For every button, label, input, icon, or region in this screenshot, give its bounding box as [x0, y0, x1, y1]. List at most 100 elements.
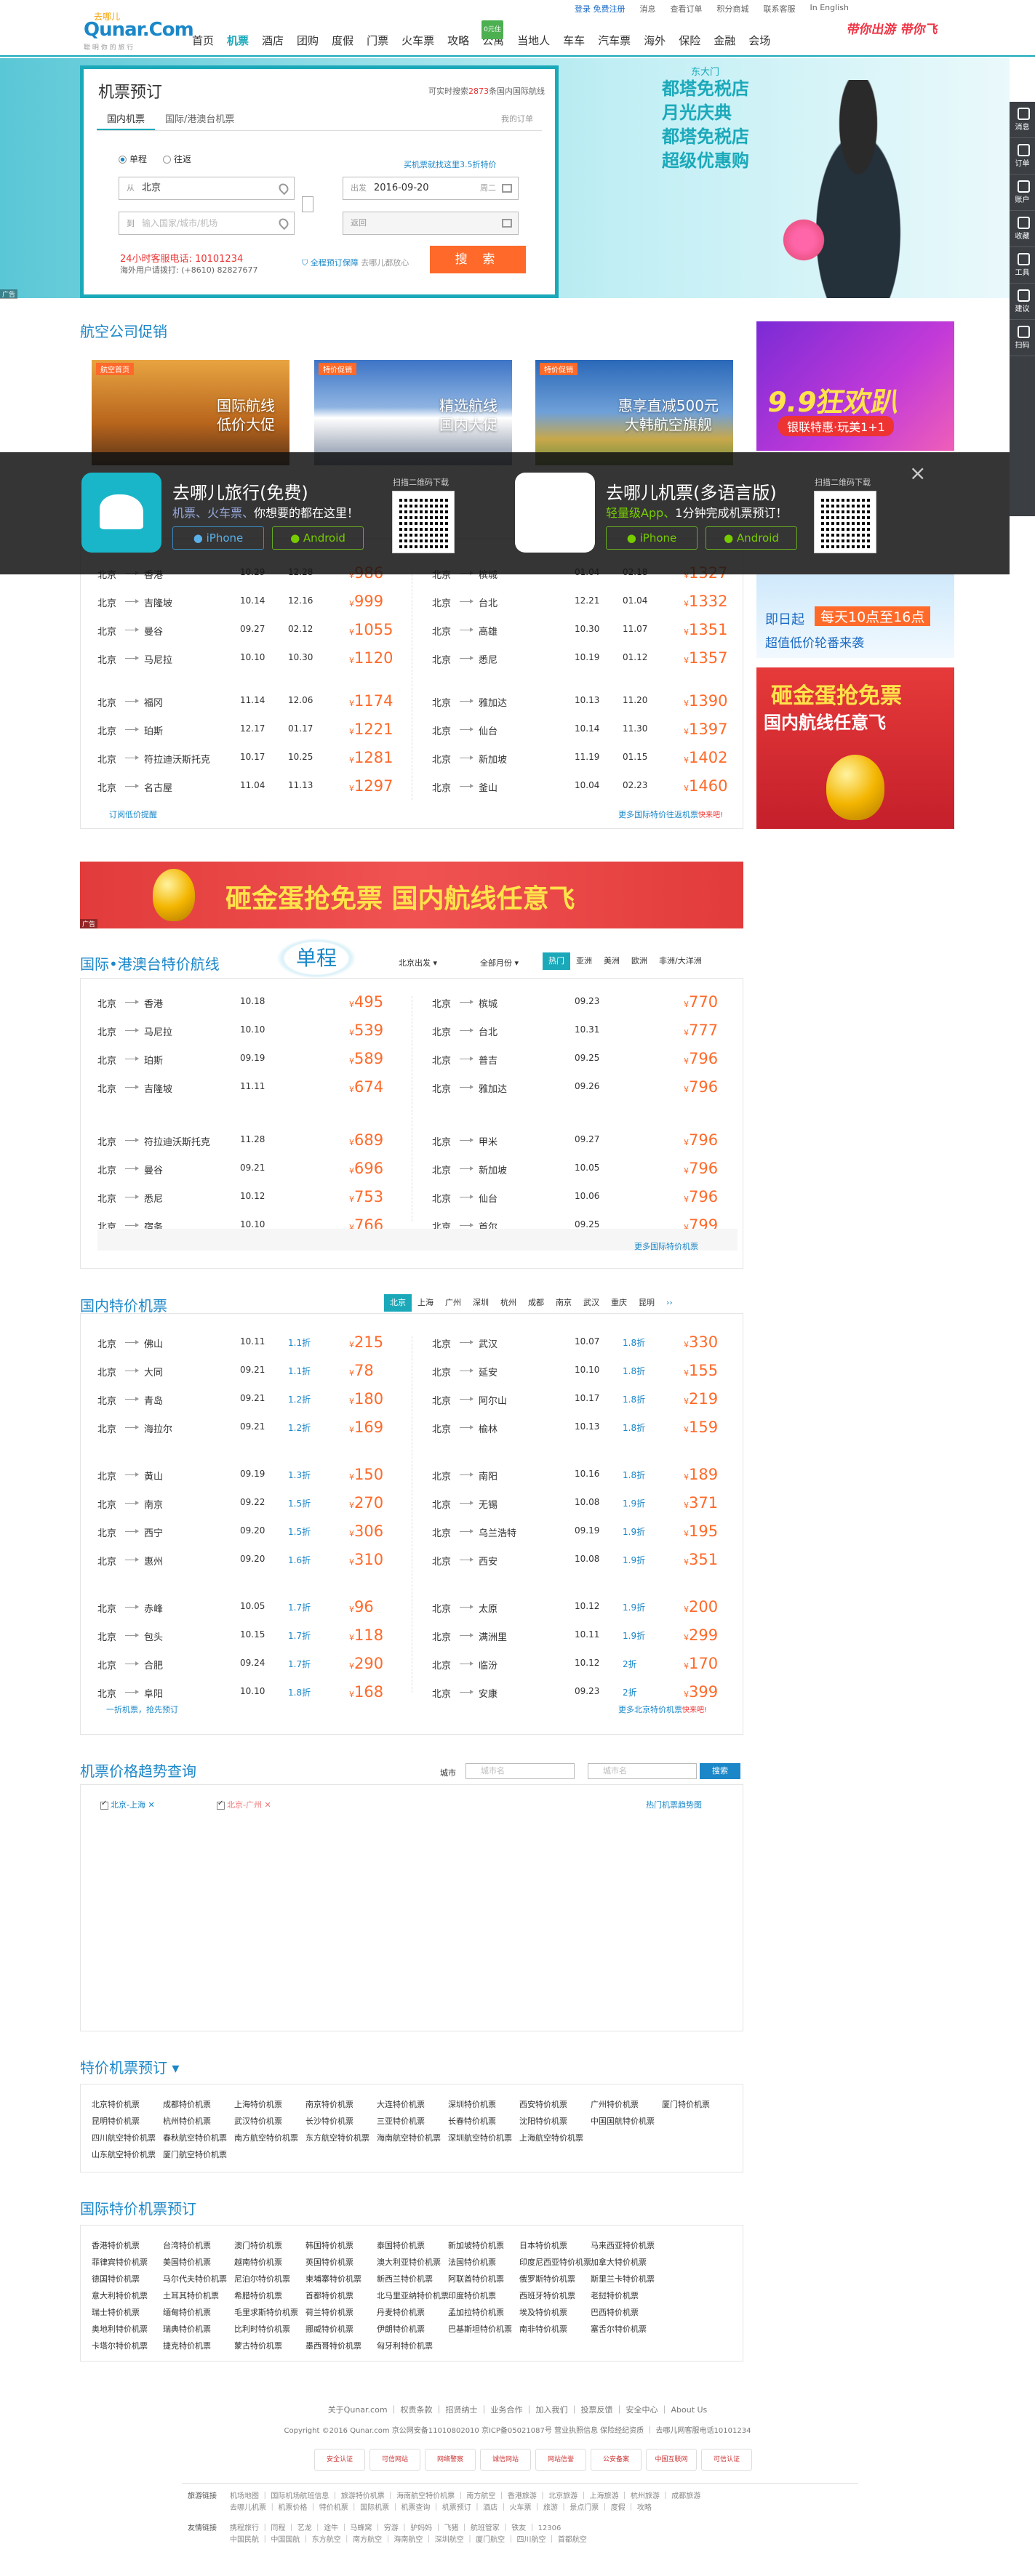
nav-item[interactable]: 首页 — [185, 32, 220, 49]
link-item[interactable]: 比利时特价机票 — [234, 2323, 290, 2335]
link-item[interactable]: 瑞士特价机票 — [92, 2306, 140, 2318]
flight-row[interactable]: 北京 阜阳 10.10 1.8折 168 — [97, 1683, 403, 1704]
header-promo[interactable]: 带你出游 带你飞 — [846, 19, 940, 37]
egg-banner[interactable]: 砸金蛋抢免票 国内航线任意飞 广告 — [80, 862, 743, 928]
my-orders-link[interactable]: 我的订单 — [501, 113, 533, 124]
link-item[interactable]: 杭州特价机票 — [163, 2115, 211, 2127]
city-tab[interactable]: 广州 — [439, 1294, 467, 1312]
link-item[interactable]: 巴西特价机票 — [591, 2306, 639, 2318]
flight-row[interactable]: 北京 延安 10.10 1.8折 155 — [432, 1362, 738, 1382]
flight-row[interactable]: 北京 马尼拉 10.10 10.30 1120 — [97, 649, 403, 670]
link-item[interactable]: 马来西亚特价机票 — [591, 2239, 655, 2251]
link-item[interactable]: 台湾特价机票 — [163, 2239, 211, 2251]
flight-row[interactable]: 北京 马尼拉 10.10 539 — [97, 1022, 403, 1042]
nav-item[interactable]: 当地人 — [511, 32, 556, 49]
trend-check-2[interactable]: 北京-广州 ✕ — [217, 1799, 271, 1810]
nav-item[interactable]: 车车 — [556, 32, 591, 49]
trust-badge[interactable]: 中国互联网 — [646, 2449, 697, 2471]
flight-row[interactable]: 北京 新加坡 10.05 796 — [432, 1160, 738, 1180]
nav-item[interactable]: 攻略 — [441, 32, 476, 49]
to-city-input[interactable]: 到输入国家/城市/机场 — [119, 212, 295, 235]
city-tab[interactable]: 上海 — [412, 1294, 439, 1312]
city-tab[interactable]: 深圳 — [467, 1294, 495, 1312]
link-item[interactable]: 三亚特价机票 — [377, 2115, 425, 2127]
link-item[interactable]: 成都特价机票 — [163, 2098, 211, 2110]
flight-row[interactable]: 北京 珀斯 12.17 01.17 1221 — [97, 721, 403, 741]
region-tab[interactable]: 欧洲 — [626, 952, 653, 970]
flight-row[interactable]: 北京 大同 09.21 1.1折 78 — [97, 1362, 403, 1382]
flight-row[interactable]: 北京 仙台 10.06 796 — [432, 1188, 738, 1208]
link-item[interactable]: 匈牙利特价机票 — [377, 2340, 433, 2351]
link-item[interactable]: 美国特价机票 — [163, 2256, 211, 2268]
side-ad-egg[interactable]: 砸金蛋抢免票 国内航线任意飞 — [756, 667, 954, 829]
flight-row[interactable]: 北京 安康 09.23 2折 399 — [432, 1683, 738, 1704]
region-tab[interactable]: 非洲/大洋洲 — [653, 952, 708, 970]
nav-item[interactable]: 海外 — [637, 32, 672, 49]
link-item[interactable]: 春秋航空特价机票 — [163, 2132, 227, 2143]
link-item[interactable]: 缅甸特价机票 — [163, 2306, 211, 2318]
link-item[interactable]: 捷克特价机票 — [163, 2340, 211, 2351]
flight-row[interactable]: 北京 西安 10.08 1.9折 351 — [432, 1551, 738, 1571]
link-item[interactable]: 山东航空特价机票 — [92, 2148, 156, 2160]
link-item[interactable]: 新加坡特价机票 — [448, 2239, 504, 2251]
register-link[interactable]: 免费注册 — [594, 4, 626, 14]
partner-row-2[interactable]: 中国民航 ｜ 中国国航 ｜ 东方航空 ｜ 南方航空 ｜ 海南航空 ｜ 深圳航空 … — [230, 2533, 587, 2544]
link-item[interactable]: 厦门航空特价机票 — [163, 2148, 227, 2160]
nav-item[interactable]: 金融 — [707, 32, 742, 49]
flight-row[interactable]: 北京 阿尔山 10.17 1.8折 219 — [432, 1390, 738, 1411]
promo-card-1[interactable]: 航空首页 国际航线 低价大促 — [92, 360, 289, 465]
friend-row-1[interactable]: 机场地图 ｜ 国际机场航班信息 ｜ 旅游特价机票 ｜ 海南航空特价机票 ｜ 南方… — [230, 2489, 700, 2500]
flight-row[interactable]: 北京 曼谷 09.21 696 — [97, 1160, 403, 1180]
link-item[interactable]: 南京特价机票 — [305, 2098, 353, 2110]
flight-row[interactable]: 北京 曼谷 09.27 02.12 1055 — [97, 621, 403, 641]
flight-row[interactable]: 北京 釜山 10.04 02.23 1460 — [432, 777, 738, 798]
link-item[interactable]: 新西兰特价机票 — [377, 2273, 433, 2284]
flight-row[interactable]: 北京 南京 09.22 1.5折 270 — [97, 1494, 403, 1514]
oneway-radio[interactable]: 单程 — [119, 153, 147, 165]
link-item[interactable]: 墨西哥特价机票 — [305, 2340, 361, 2351]
trust-badge[interactable]: 公安备案 — [591, 2449, 642, 2471]
city-tab[interactable]: 南京 — [550, 1294, 578, 1312]
link-item[interactable]: 土耳其特价机票 — [163, 2290, 219, 2301]
more-roundtrip-link[interactable]: 更多国际特价往返机票快来吧! — [618, 808, 723, 820]
flight-row[interactable]: 北京 符拉迪沃斯托克 11.28 689 — [97, 1131, 403, 1152]
trust-badge[interactable]: 可信认证 — [701, 2449, 752, 2471]
flight-row[interactable]: 北京 包头 10.15 1.7折 118 — [97, 1626, 403, 1647]
link-item[interactable]: 意大利特价机票 — [92, 2290, 148, 2301]
flight-row[interactable]: 北京 赤峰 10.05 1.7折 96 — [97, 1598, 403, 1618]
tab-domestic[interactable]: 国内机票 — [97, 109, 156, 130]
link-item[interactable]: 首都特价机票 — [305, 2290, 353, 2301]
friend-row-2[interactable]: 去哪儿机票 ｜ 机票价格 ｜ 特价机票 ｜ 国际机票 ｜ 机票查询 ｜ 机票预订… — [230, 2501, 652, 2512]
more-domestic-link[interactable]: 更多北京特价机票快来吧! — [618, 1704, 707, 1715]
search-button[interactable]: 搜 索 — [430, 246, 526, 273]
trust-badge[interactable]: 可信网站 — [369, 2449, 420, 2471]
link-item[interactable]: 上海航空特价机票 — [519, 2132, 583, 2143]
qunar-flight-app-icon[interactable] — [515, 473, 595, 553]
nav-item[interactable]: 团购 — [290, 32, 325, 49]
link-item[interactable]: 尼泊尔特价机票 — [234, 2273, 290, 2284]
link-item[interactable]: 西安特价机票 — [519, 2098, 567, 2110]
nav-item[interactable]: 度假 — [325, 32, 360, 49]
promo-card-3[interactable]: 特价促销 惠享直减500元 大韩航空旗舰 — [535, 360, 733, 465]
sidebar-item[interactable]: 收藏 — [1010, 211, 1035, 247]
city-tab[interactable]: 武汉 — [578, 1294, 605, 1312]
link-item[interactable]: 香港特价机票 — [92, 2239, 140, 2251]
link-item[interactable]: 南方航空特价机票 — [234, 2132, 298, 2143]
link-item[interactable]: 印度特价机票 — [448, 2290, 496, 2301]
nav-item[interactable]: 会场 — [742, 32, 777, 49]
close-icon[interactable]: × — [909, 463, 928, 483]
link-item[interactable]: 海南航空特价机票 — [377, 2132, 441, 2143]
flight-row[interactable]: 北京 名古屋 11.04 11.13 1297 — [97, 777, 403, 798]
special-title[interactable]: 特价机票预订 ▾ — [80, 2056, 179, 2077]
trend-to-input[interactable]: 城市名 — [588, 1763, 697, 1779]
side-ad-99[interactable]: 9.9狂欢趴 银联特惠·玩美1+1 — [756, 321, 954, 451]
nav-item[interactable]: 酒店 — [255, 32, 290, 49]
flight-row[interactable]: 北京 台北 12.21 01.04 1332 — [432, 593, 738, 613]
flight-row[interactable]: 北京 台北 10.31 777 — [432, 1022, 738, 1042]
sidebar-item[interactable]: 消息 — [1010, 102, 1035, 138]
flight-row[interactable]: 北京 香港 10.18 495 — [97, 993, 403, 1014]
login-link[interactable]: 登录 — [575, 4, 591, 14]
flight-row[interactable]: 北京 武汉 10.07 1.8折 330 — [432, 1333, 738, 1354]
nav-item[interactable]: 火车票 — [395, 32, 441, 49]
one-discount-link[interactable]: 一折机票，抢先预订 — [106, 1704, 178, 1715]
